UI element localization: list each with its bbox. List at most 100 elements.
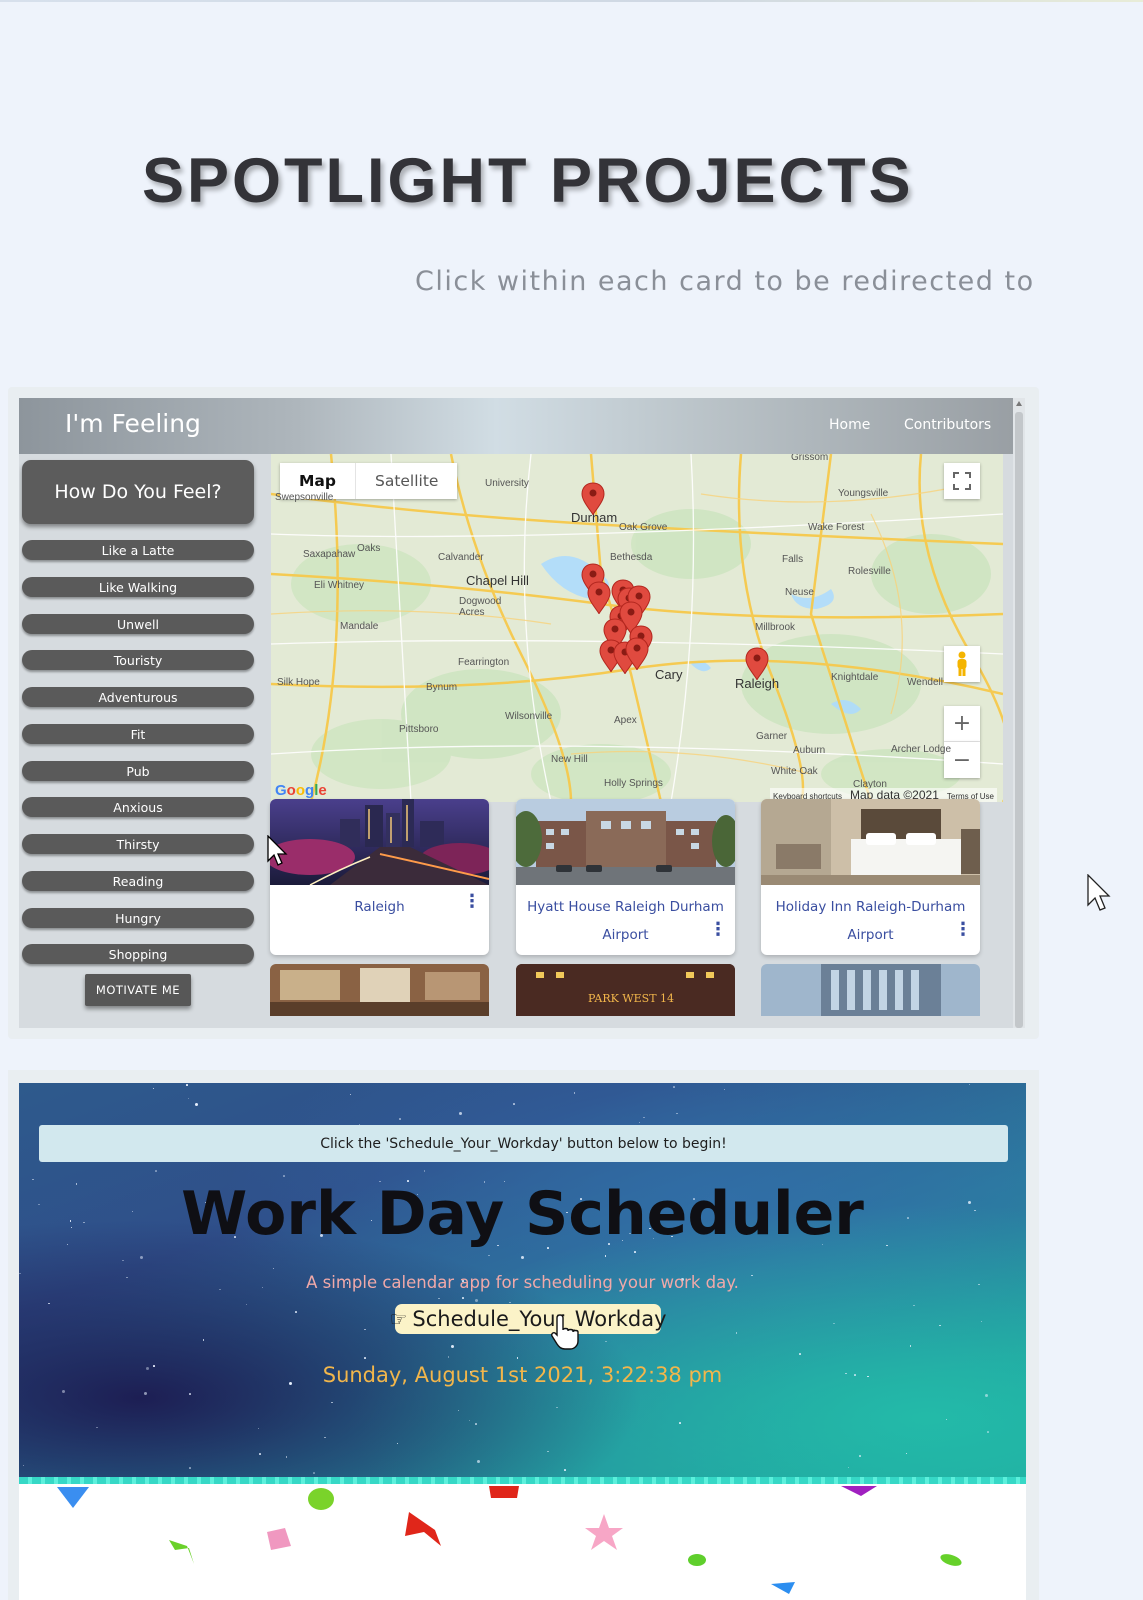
star-dot [799, 1353, 801, 1355]
hand-pointer-icon: ☞ [389, 1307, 408, 1331]
star-dot [245, 1303, 248, 1306]
mood-button[interactable]: Unwell [22, 614, 254, 634]
mood-button[interactable]: Adventurous [22, 687, 254, 707]
star-dot [638, 1121, 641, 1124]
star-dot [513, 1103, 515, 1105]
scheduler-subtitle: A simple calendar app for scheduling you… [306, 1273, 739, 1292]
star-dot [547, 1450, 549, 1453]
mood-button[interactable]: Hungry [22, 908, 254, 928]
mood-button[interactable]: Reading [22, 871, 254, 891]
star-dot [735, 1332, 738, 1334]
current-datetime: Sunday, August 1st 2021, 3:22:38 pm [322, 1363, 723, 1387]
hand-cursor-icon [551, 1314, 579, 1350]
star-dot [331, 1401, 333, 1404]
google-logo: Google [275, 782, 327, 799]
star-dot [283, 1175, 285, 1177]
scheduler-hero: Click the 'Schedule_Your_Workday' button… [19, 1083, 1026, 1477]
star-dot [679, 1422, 681, 1424]
mood-button[interactable]: Pub [22, 761, 254, 781]
star-dot [48, 1302, 50, 1305]
mood-button[interactable]: Fit [22, 724, 254, 744]
star-dot [295, 1311, 297, 1313]
place-image [270, 799, 489, 885]
dashed-divider [19, 1477, 1026, 1484]
star-dot [364, 1328, 366, 1331]
star-dot [139, 1256, 143, 1260]
star-dot [468, 1419, 471, 1422]
top-border [0, 0, 1143, 2]
place-image [761, 799, 980, 885]
kebab-menu-icon[interactable]: ⋮ [709, 921, 727, 939]
mood-button[interactable]: Like Walking [22, 577, 254, 597]
star-dot [189, 1393, 191, 1395]
place-image [516, 799, 735, 885]
star-dot [564, 1469, 566, 1471]
star-dot [676, 1112, 678, 1115]
brand-logo[interactable]: I'm Feeling [65, 409, 201, 438]
star-dot [488, 1254, 490, 1257]
star-dot [462, 1297, 464, 1299]
nav-home[interactable]: Home [829, 417, 870, 433]
star-dot [152, 1087, 155, 1090]
star-dot [186, 1084, 188, 1086]
star-dot [913, 1304, 915, 1307]
star-dot [477, 1460, 481, 1464]
star-dot [521, 1256, 525, 1260]
place-name[interactable]: Holiday Inn Raleigh-Durham Airport [769, 893, 972, 949]
scrollbar[interactable] [1013, 398, 1025, 1028]
place-name[interactable]: Hyatt House Raleigh Durham Airport [524, 893, 727, 949]
star-dot [324, 1436, 326, 1439]
place-image [270, 964, 489, 1016]
scrollbar-thumb[interactable] [1015, 412, 1023, 1028]
kebab-menu-icon[interactable]: ⋮ [463, 893, 481, 911]
nav-contributors[interactable]: Contributors [904, 417, 991, 433]
how-do-you-feel-button[interactable]: How Do You Feel? [22, 460, 254, 524]
star-dot [634, 1251, 636, 1253]
star-dot [22, 1464, 25, 1467]
star-dot [189, 1467, 191, 1469]
star-dot [605, 1340, 607, 1343]
kebab-menu-icon[interactable]: ⋮ [954, 921, 972, 939]
mood-button[interactable]: Thirsty [22, 834, 254, 854]
star-dot [905, 1452, 908, 1455]
section-title: SPOTLIGHT PROJECTS [142, 146, 914, 216]
star-dot [723, 1088, 726, 1091]
mood-button[interactable]: Like a Latte [22, 540, 254, 560]
place-card[interactable]: Holiday Inn Raleigh-Durham Airport ⋮ [761, 799, 980, 955]
project-card-work-day-scheduler[interactable]: Click the 'Schedule_Your_Workday' button… [8, 1070, 1039, 1600]
star-dot [447, 1356, 450, 1358]
motivate-me-button[interactable]: MOTIVATE ME [85, 974, 191, 1006]
star-dot [987, 1431, 989, 1433]
star-dot [673, 1086, 675, 1088]
star-dot [573, 1092, 576, 1094]
star-dot [155, 1170, 157, 1172]
star-dot [122, 1259, 124, 1262]
schedule-your-workday-button[interactable]: ☞ Schedule_Your_Workday [389, 1304, 667, 1334]
arrow-cursor-icon [267, 835, 288, 866]
star-dot [833, 1322, 835, 1325]
scroll-up-icon[interactable] [1016, 401, 1022, 406]
star-dot [313, 1472, 315, 1474]
star-dot [62, 1390, 66, 1394]
star-dot [859, 1455, 861, 1457]
map-markers [581, 482, 769, 681]
star-dot [457, 1409, 460, 1412]
navbar: I'm Feeling Home Contributors [19, 398, 1013, 454]
place-card[interactable]: Hyatt House Raleigh Durham Airport ⋮ [516, 799, 735, 955]
place-card[interactable]: Raleigh ⋮ [270, 799, 489, 955]
map[interactable]: Map Satellite + − Grissom University You… [271, 454, 1003, 802]
star-dot [909, 1345, 912, 1347]
star-dot [556, 1406, 558, 1409]
place-name[interactable]: Raleigh [278, 893, 481, 921]
mood-button[interactable]: Touristy [22, 650, 254, 670]
place-image [761, 964, 980, 1016]
mood-button[interactable]: Shopping [22, 944, 254, 964]
mood-button[interactable]: Anxious [22, 797, 254, 817]
project-card-im-feeling[interactable]: I'm Feeling Home Contributors How Do You… [8, 387, 1039, 1039]
star-dot [980, 1320, 983, 1323]
star-dot [945, 1418, 948, 1421]
scheduler-title: Work Day Scheduler [181, 1179, 864, 1249]
star-dot [604, 1255, 607, 1257]
star-dot [475, 1423, 477, 1425]
star-dot [285, 1456, 288, 1458]
